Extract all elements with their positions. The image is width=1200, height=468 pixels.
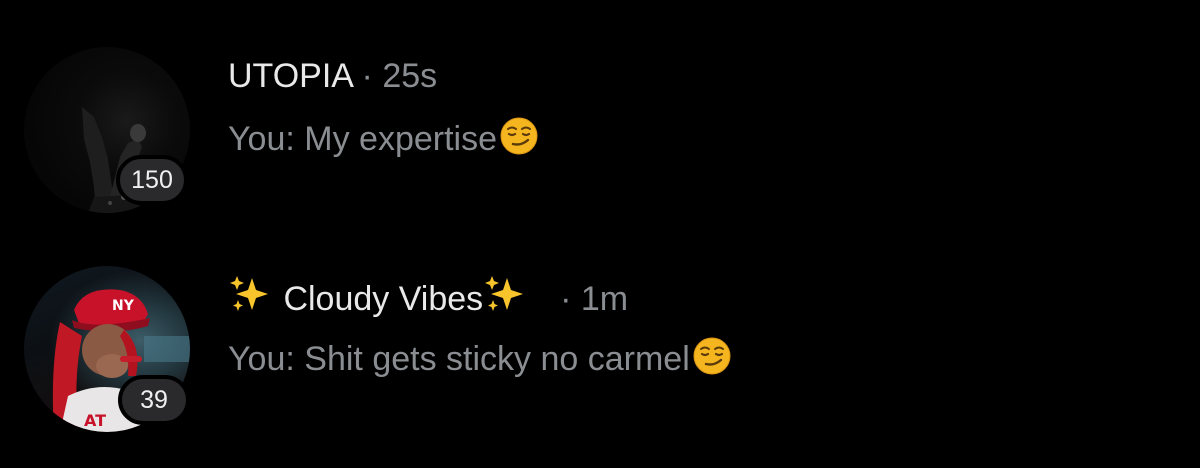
message-preview: You: Shit gets sticky no carmel [228,336,732,385]
svg-text:NY: NY [112,298,135,314]
separator-dot: · [560,280,572,318]
message-preview: You: My expertise [228,116,539,165]
preview-text: Shit gets sticky no carmel [304,340,690,378]
preview-sender: You: [228,120,305,158]
separator-dot: · [361,57,373,95]
sparkles-icon [228,274,274,323]
unread-count-badge: 150 [116,155,188,205]
timestamp: 1m [580,280,629,318]
preview-sender: You: [228,340,305,378]
conversation-header: Cloudy Vibes · 1m [228,274,628,323]
unread-count-badge: 39 [118,375,190,425]
preview-text: My expertise [304,120,498,158]
smirking-face-icon [692,336,732,385]
conversation-row[interactable]: NY AT 39 Cloudy Vibes · 1m You: Shit get… [0,234,1200,468]
smirking-face-icon [499,116,539,165]
conversation-row[interactable]: 150 UTOPIA · 25s You: My expertise [0,0,1200,234]
conversation-name[interactable]: Cloudy Vibes [283,280,483,318]
timestamp: 25s [382,57,438,95]
sparkles-icon [483,274,529,323]
conversation-name[interactable]: UTOPIA [228,57,352,95]
conversation-header: UTOPIA · 25s [228,56,437,96]
svg-text:AT: AT [84,411,106,430]
